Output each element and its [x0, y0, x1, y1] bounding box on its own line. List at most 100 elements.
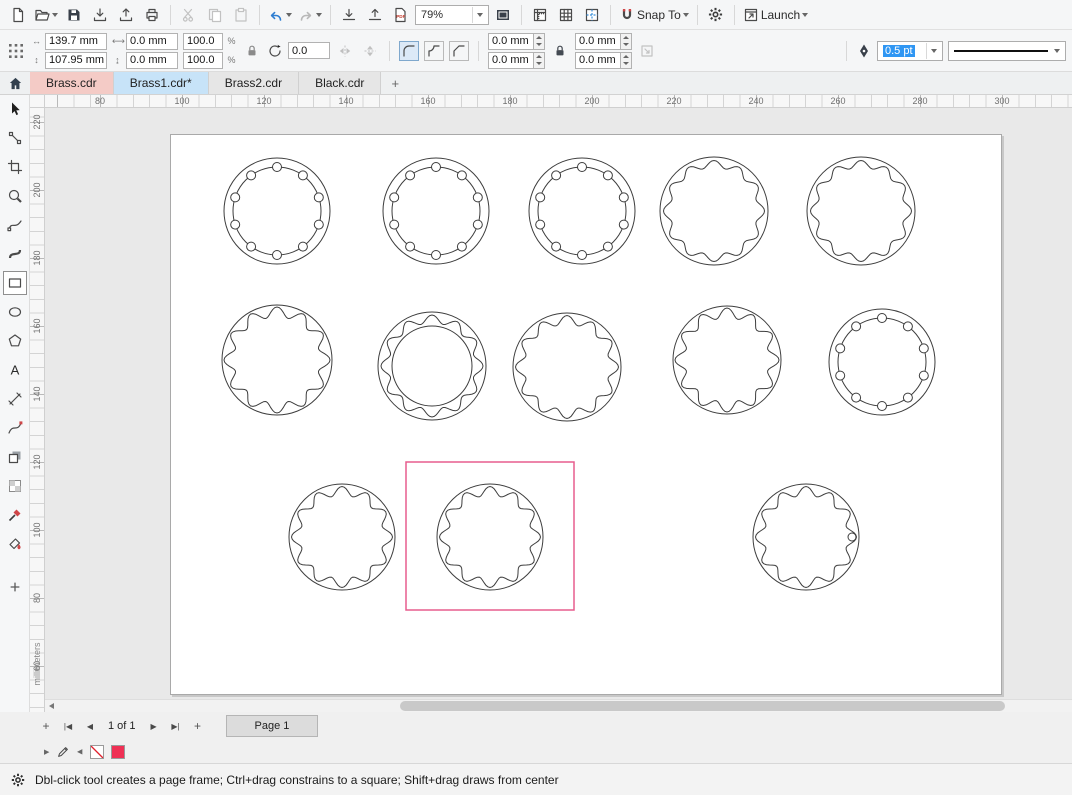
export-file-button[interactable]: [363, 3, 387, 27]
new-tab-button[interactable]: +: [381, 72, 409, 94]
cut-button[interactable]: [177, 3, 201, 27]
corner-tr-stepper[interactable]: [621, 33, 632, 50]
connector-tool[interactable]: [3, 416, 27, 440]
fullscreen-preview-button[interactable]: [491, 3, 515, 27]
rectangle-tool[interactable]: [3, 271, 27, 295]
tab-brass[interactable]: Brass.cdr: [30, 72, 114, 94]
mirror-vertical-button[interactable]: [360, 41, 380, 61]
open-button[interactable]: [32, 3, 60, 27]
pick-tool[interactable]: [3, 97, 27, 121]
next-page-button[interactable]: ▶: [144, 716, 164, 736]
horizontal-scrollbar[interactable]: [45, 699, 1072, 712]
export-button[interactable]: [114, 3, 138, 27]
corner-tr-field[interactable]: 0.0 mm: [575, 33, 621, 50]
snap-to-dropdown[interactable]: Snap To: [617, 3, 691, 27]
page-tab[interactable]: Page 1: [226, 715, 319, 737]
circle-object[interactable]: [807, 157, 915, 265]
corner-tl-stepper[interactable]: [534, 33, 545, 50]
crop-tool[interactable]: [3, 155, 27, 179]
redo-button[interactable]: [296, 3, 324, 27]
scroll-left-arrow-icon[interactable]: [49, 703, 54, 709]
save-button[interactable]: [62, 3, 86, 27]
tab-black[interactable]: Black.cdr: [299, 72, 381, 94]
last-page-button[interactable]: ▶|: [166, 716, 186, 736]
home-button[interactable]: [0, 72, 30, 94]
corner-tl-field[interactable]: 0.0 mm: [488, 33, 534, 50]
lock-ratio-button[interactable]: [242, 41, 262, 61]
import-button[interactable]: [88, 3, 112, 27]
position-y-field[interactable]: 107.95 mm: [45, 52, 107, 69]
show-rulers-button[interactable]: [528, 3, 552, 27]
polygon-tool[interactable]: [3, 329, 27, 353]
corner-bl-field[interactable]: 0.0 mm: [488, 52, 534, 69]
dimension-tool[interactable]: [3, 387, 27, 411]
show-guidelines-button[interactable]: [580, 3, 604, 27]
add-tool-button[interactable]: [3, 575, 27, 599]
undo-button[interactable]: [266, 3, 294, 27]
node-handle[interactable]: [848, 533, 856, 541]
tab-brass2[interactable]: Brass2.cdr: [209, 72, 299, 94]
corner-bl-stepper[interactable]: [534, 52, 545, 69]
round-corner-button[interactable]: [399, 41, 419, 61]
circle-object[interactable]: [529, 158, 635, 264]
scalloped-corner-button[interactable]: [424, 41, 444, 61]
circle-object[interactable]: [513, 313, 621, 421]
import-file-button[interactable]: [337, 3, 361, 27]
show-grid-button[interactable]: [554, 3, 578, 27]
add-page-button-end[interactable]: +: [188, 716, 208, 736]
circle-object[interactable]: [378, 312, 486, 420]
drawing-canvas[interactable]: [45, 108, 1072, 712]
freehand-tool[interactable]: [3, 213, 27, 237]
lock-corners-button[interactable]: [550, 41, 570, 61]
palette-pen-icon[interactable]: [56, 745, 70, 759]
size-width-field[interactable]: 0.0 mm: [126, 33, 178, 50]
circle-object[interactable]: [383, 158, 489, 264]
scrollbar-thumb[interactable]: [400, 701, 1005, 711]
previous-page-button[interactable]: ◀: [80, 716, 100, 736]
circle-object[interactable]: [224, 158, 330, 264]
corner-br-stepper[interactable]: [621, 52, 632, 69]
circle-object[interactable]: [829, 309, 935, 415]
size-height-field[interactable]: 0.0 mm: [126, 52, 178, 69]
add-page-button[interactable]: +: [36, 716, 56, 736]
first-page-button[interactable]: |◀: [58, 716, 78, 736]
paste-button[interactable]: [229, 3, 253, 27]
options-button[interactable]: [704, 3, 728, 27]
launch-dropdown[interactable]: Launch: [741, 3, 810, 27]
circle-object[interactable]: [222, 305, 332, 415]
status-gear-icon[interactable]: [10, 772, 26, 788]
scale-x-field[interactable]: 100.0: [183, 33, 223, 50]
horizontal-ruler[interactable]: 80100120140160180200220240260280300: [45, 95, 1072, 108]
circle-object[interactable]: [660, 157, 768, 265]
outline-width-combo[interactable]: 0.5 pt: [877, 41, 943, 61]
object-origin-selector[interactable]: [6, 41, 26, 61]
vertical-ruler[interactable]: 2202001801601401201008060 millimeters: [30, 108, 45, 712]
fill-tool[interactable]: [3, 532, 27, 556]
circle-object[interactable]: [437, 484, 543, 590]
palette-scroll-left-icon[interactable]: ▶: [77, 748, 82, 756]
copy-button[interactable]: [203, 3, 227, 27]
palette-expand-icon[interactable]: ▶: [44, 748, 49, 756]
artistic-media-tool[interactable]: [3, 242, 27, 266]
eyedropper-tool[interactable]: [3, 503, 27, 527]
tab-brass1[interactable]: Brass1.cdr*: [114, 72, 209, 94]
publish-pdf-button[interactable]: PDF: [389, 3, 413, 27]
drop-shadow-tool[interactable]: [3, 445, 27, 469]
relative-corner-scaling-button[interactable]: [637, 41, 657, 61]
ellipse-tool[interactable]: [3, 300, 27, 324]
palette-red-swatch[interactable]: [111, 745, 125, 759]
transparency-tool[interactable]: [3, 474, 27, 498]
text-tool[interactable]: A: [3, 358, 27, 382]
scale-y-field[interactable]: 100.0: [183, 52, 223, 69]
new-document-button[interactable]: [6, 3, 30, 27]
chamfered-corner-button[interactable]: [449, 41, 469, 61]
circle-object[interactable]: [673, 306, 781, 414]
mirror-horizontal-button[interactable]: [335, 41, 355, 61]
line-style-dropdown[interactable]: [948, 41, 1066, 61]
rotation-field[interactable]: 0.0: [288, 42, 330, 59]
zoom-level-combo[interactable]: 79%: [415, 5, 489, 25]
ruler-origin-corner[interactable]: [30, 95, 45, 108]
position-x-field[interactable]: 139.7 mm: [45, 33, 107, 50]
print-button[interactable]: [140, 3, 164, 27]
shape-tool[interactable]: [3, 126, 27, 150]
